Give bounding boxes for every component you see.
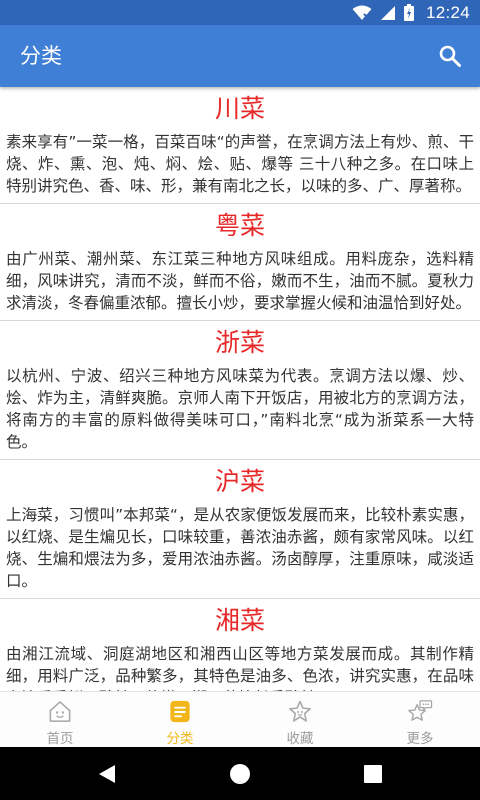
nav-label-favorites: 收藏 (286, 731, 314, 747)
signal-icon (380, 5, 395, 20)
search-button[interactable] (434, 40, 466, 72)
back-button[interactable] (82, 754, 132, 794)
nav-item-favorites[interactable]: 收藏 (240, 692, 360, 747)
nav-label-home: 首页 (46, 731, 74, 747)
nav-label-category: 分类 (166, 731, 194, 747)
nav-label-more: 更多 (406, 731, 434, 747)
nav-item-category[interactable]: 分类 (120, 692, 240, 747)
nav-item-more[interactable]: 更多 (360, 692, 480, 747)
cuisine-card-yue[interactable]: 粤菜 由广州菜、潮州菜、东江菜三种地方风味组成。用料庞杂，选料精细，风味讲究，清… (0, 204, 480, 321)
category-icon (170, 700, 190, 723)
status-bar: 12:24 (0, 0, 480, 25)
battery-icon (403, 4, 414, 21)
nav-item-home[interactable]: 首页 (0, 692, 120, 747)
system-nav-bar (0, 747, 480, 800)
cuisine-card-chuan[interactable]: 川菜 素来享有”一菜一格，百菜百味“的声誉，在烹调方法上有炒、煎、干烧、炸、熏、… (0, 87, 480, 204)
cuisine-card-hu[interactable]: 沪菜 上海菜，习惯叫”本邦菜“，是从农家便饭发展而来，比较朴素实惠，以红烧、是生… (0, 460, 480, 599)
star-icon (289, 700, 311, 722)
home-icon (49, 701, 71, 722)
app-bar: 分类 (0, 25, 480, 87)
recents-button[interactable] (348, 754, 398, 794)
cuisine-title: 湘菜 (214, 606, 265, 635)
more-icon (408, 700, 433, 721)
cuisine-card-zhe[interactable]: 浙菜 以杭州、宁波、绍兴三种地方风味菜为代表。烹调方法以爆、炒、烩、炸为主，清鲜… (0, 321, 480, 460)
status-icons: 12:24 (352, 0, 470, 25)
cuisine-description: 上海菜，习惯叫”本邦菜“，是从农家便饭发展而来，比较朴素实惠，以红烧、是生煸见长… (6, 506, 474, 590)
page-title: 分类 (20, 44, 62, 68)
back-icon (98, 764, 115, 783)
cuisine-title: 川菜 (214, 94, 265, 123)
cuisine-list[interactable]: 川菜 素来享有”一菜一格，百菜百味“的声誉，在烹调方法上有炒、煎、干烧、炸、熏、… (0, 87, 480, 691)
status-time: 12:24 (425, 3, 470, 22)
cuisine-title: 粤菜 (214, 211, 265, 240)
search-icon (439, 45, 461, 67)
wifi-icon (352, 5, 372, 20)
cuisine-description: 以杭州、宁波、绍兴三种地方风味菜为代表。烹调方法以爆、炒、烩、炸为主，清鲜爽脆。… (6, 367, 474, 451)
cuisine-description: 素来享有”一菜一格，百菜百味“的声誉，在烹调方法上有炒、煎、干烧、炸、熏、泡、炖… (6, 133, 474, 195)
cuisine-description: 由广州菜、潮州菜、东江菜三种地方风味组成。用料庞杂，选料精细，风味讲究，清而不淡… (6, 250, 474, 312)
home-circle-icon (229, 763, 250, 784)
cuisine-title: 浙菜 (214, 328, 265, 357)
home-button[interactable] (215, 754, 265, 794)
cuisine-card-xiang[interactable]: 湘菜 由湘江流域、洞庭湖地区和湘西山区等地方菜发展而成。其制作精细，用料广泛，品… (0, 599, 480, 691)
recents-icon (364, 764, 383, 783)
bottom-nav: 首页 分类 收藏 更多 (0, 691, 480, 747)
cuisine-description: 由湘江流域、洞庭湖地区和湘西山区等地方菜发展而成。其制作精细，用料广泛，品种繁多… (6, 645, 474, 691)
cuisine-title: 沪菜 (214, 467, 265, 496)
